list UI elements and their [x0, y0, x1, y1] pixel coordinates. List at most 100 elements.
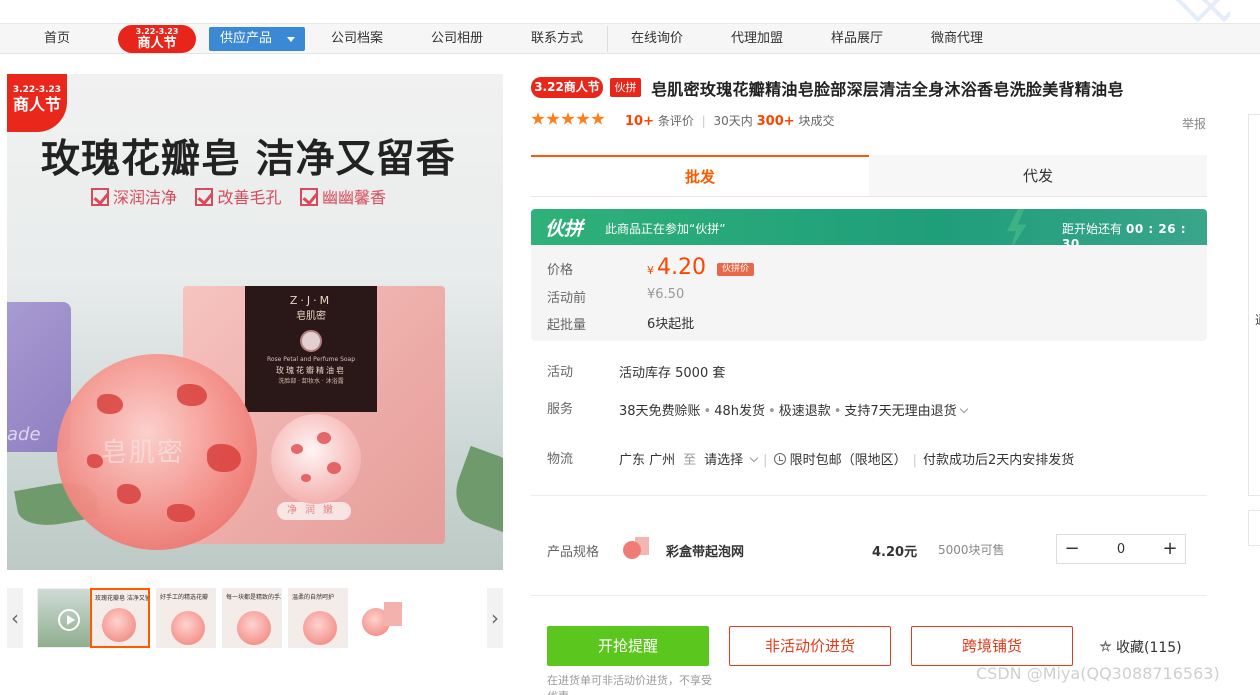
remind-button[interactable]: 开抢提醒	[547, 626, 709, 666]
small-soap	[271, 414, 361, 504]
group-buy-message: 此商品正在参加“伙拼”	[605, 222, 726, 236]
review-count[interactable]: 10+	[625, 114, 654, 129]
checkbox-icon	[299, 188, 318, 206]
nav-home[interactable]: 首页	[36, 24, 78, 54]
large-soap: 皂肌密	[57, 354, 257, 550]
image-headline: 玫瑰花瓣皂 洁净又留香	[41, 137, 456, 182]
logistics-label: 物流	[547, 452, 574, 467]
spec-label: 产品规格	[547, 545, 600, 560]
thumbnail-item[interactable]: 每一块都是精致的手工皂	[222, 588, 282, 648]
side-panel-small[interactable]	[1248, 510, 1260, 546]
nav-festival-badge[interactable]: 3.22-3.23 商人节	[118, 25, 196, 53]
moq-label: 起批量	[547, 318, 587, 333]
deals-count: 300+	[756, 114, 795, 129]
leaf-decoration	[446, 445, 503, 533]
star-icon	[576, 112, 590, 125]
divider	[531, 495, 1207, 496]
service-list[interactable]: 38天免费赊账 • 48h发货 • 极速退款 • 支持7天无理由退货	[619, 400, 968, 419]
non-activity-price-button[interactable]: 非活动价进货	[729, 626, 891, 666]
tab-dropship[interactable]: 代发	[869, 155, 1207, 196]
purchase-note: 在进货单可非活动价进货，不享受优惠	[547, 674, 712, 695]
service-label: 服务	[547, 402, 574, 417]
chevron-down-icon	[959, 404, 968, 414]
box-cn: 玫瑰花瓣精油皂	[276, 366, 346, 375]
group-buy-banner: 伙拼 此商品正在参加“伙拼” 距开始还有 00 : 26 : 30	[531, 209, 1207, 245]
clock-icon	[773, 453, 786, 465]
rose-icon	[300, 330, 322, 352]
thumbnail-item[interactable]: 温柔的自然呵护	[288, 588, 348, 648]
shop-nav: 首页 3.22-3.23 商人节 供应产品 公司档案 公司相册 联系方式 在线询…	[0, 24, 1260, 54]
activity-value: 活动库存 5000 套	[619, 366, 726, 381]
box-brand-cn: 皂肌密	[296, 311, 326, 322]
star-icon	[531, 112, 545, 125]
play-icon	[58, 609, 80, 631]
cross-border-button[interactable]: 跨境铺货	[911, 626, 1073, 666]
nav-supply-dropdown[interactable]: 供应产品	[209, 27, 305, 51]
quantity-input[interactable]	[1087, 535, 1155, 563]
corner-decoration	[1170, 0, 1230, 24]
nav-company-album[interactable]: 公司相册	[422, 24, 492, 54]
countdown: 距开始还有 00 : 26 : 30	[1062, 220, 1207, 245]
nav-agency[interactable]: 代理加盟	[722, 24, 792, 54]
deals-prefix: 30天内	[713, 114, 753, 128]
box-label: Z·J·M 皂肌密 Rose Petal and Perfume Soap 玫瑰…	[245, 286, 377, 412]
destination-select[interactable]: 请选择	[704, 453, 743, 468]
thumbnail-item[interactable]: 好手工的精选花瓣	[156, 588, 216, 648]
box-tags: 洗脸部 · 卸妆水 · 沐浴露	[278, 378, 344, 385]
feature-item: 幽幽馨香	[299, 184, 386, 208]
before-price-value: ¥6.50	[647, 287, 685, 302]
star-icon	[561, 112, 575, 125]
nav-contact[interactable]: 联系方式	[522, 24, 592, 54]
nav-supply-label: 供应产品	[220, 31, 273, 46]
feature-item: 深润洁净	[91, 184, 177, 208]
side-panel[interactable]: 逍	[1248, 114, 1260, 496]
thumbnail-item[interactable]: 玫瑰花瓣皂 洁净又留香	[90, 588, 150, 648]
star-icon	[591, 112, 605, 125]
thumbnail-video[interactable]	[37, 588, 97, 648]
tab-wholesale[interactable]: 批发	[531, 155, 869, 196]
decrement-button[interactable]: −	[1057, 535, 1087, 563]
nav-inquiry[interactable]: 在线询价	[622, 24, 692, 54]
report-link[interactable]: 举报	[1182, 115, 1206, 132]
before-price-label: 活动前	[547, 291, 587, 306]
thumbnail-item[interactable]	[354, 588, 414, 648]
main-product-image[interactable]: ade Z·J·M 皂肌密 Rose Petal and Perfume Soa…	[7, 74, 503, 570]
box-brand: Z·J·M	[289, 294, 333, 307]
dispatch-time: 付款成功后2天内安排发货	[922, 453, 1075, 468]
favorite-button[interactable]: 收藏(115)	[1099, 637, 1182, 657]
quantity-stepper: − +	[1056, 534, 1186, 564]
spec-price: 4.20元	[872, 545, 918, 560]
thumbnail-prev-button[interactable]: ‹	[7, 588, 23, 648]
nav-micro-agent[interactable]: 微商代理	[922, 24, 992, 54]
price-box: 价格 ¥4.20 伙拼价 活动前 ¥6.50 起批量 6块起批	[531, 245, 1207, 341]
thumbnail-next-button[interactable]: ›	[487, 588, 503, 648]
spec-stock: 5000块可售	[938, 543, 1005, 557]
star-icon	[546, 112, 560, 125]
star-outline-icon	[1099, 640, 1112, 652]
activity-label: 活动	[547, 365, 574, 380]
chevron-down-icon	[287, 37, 295, 42]
checkbox-icon	[91, 188, 109, 206]
festival-corner-badge: 3.22-3.23 商人节	[7, 74, 67, 132]
spec-name: 彩盒带起泡网	[666, 545, 745, 560]
group-price-tag: 伙拼价	[717, 263, 755, 276]
price-value: ¥4.20	[647, 255, 706, 280]
nav-divider	[607, 26, 608, 52]
top-bar	[0, 0, 1260, 24]
box-bottom-text: 净润嫩	[277, 502, 351, 520]
nav-company-profile[interactable]: 公司档案	[322, 24, 392, 54]
group-buy-tag: 伙拼	[610, 78, 641, 97]
box-en: Rose Petal and Perfume Soap	[266, 356, 356, 363]
increment-button[interactable]: +	[1155, 535, 1185, 563]
lightning-icon	[1007, 209, 1027, 245]
nav-samples[interactable]: 样品展厅	[822, 24, 892, 54]
free-shipping: 限时包邮（限地区）	[789, 453, 907, 468]
checkbox-icon	[195, 188, 214, 206]
moq-value: 6块起批	[647, 317, 695, 332]
divider	[531, 595, 1207, 596]
soap-watermark: 皂肌密	[101, 438, 186, 468]
review-stats: 10+ 条评价 | 30天内 300+ 块成交	[625, 114, 835, 129]
rating-stars	[531, 112, 606, 130]
logistics-row: 广东 广州至请选择 | 限时包邮（限地区） | 付款成功后2天内安排发货	[619, 453, 1075, 468]
spec-thumbnail[interactable]	[621, 535, 651, 561]
